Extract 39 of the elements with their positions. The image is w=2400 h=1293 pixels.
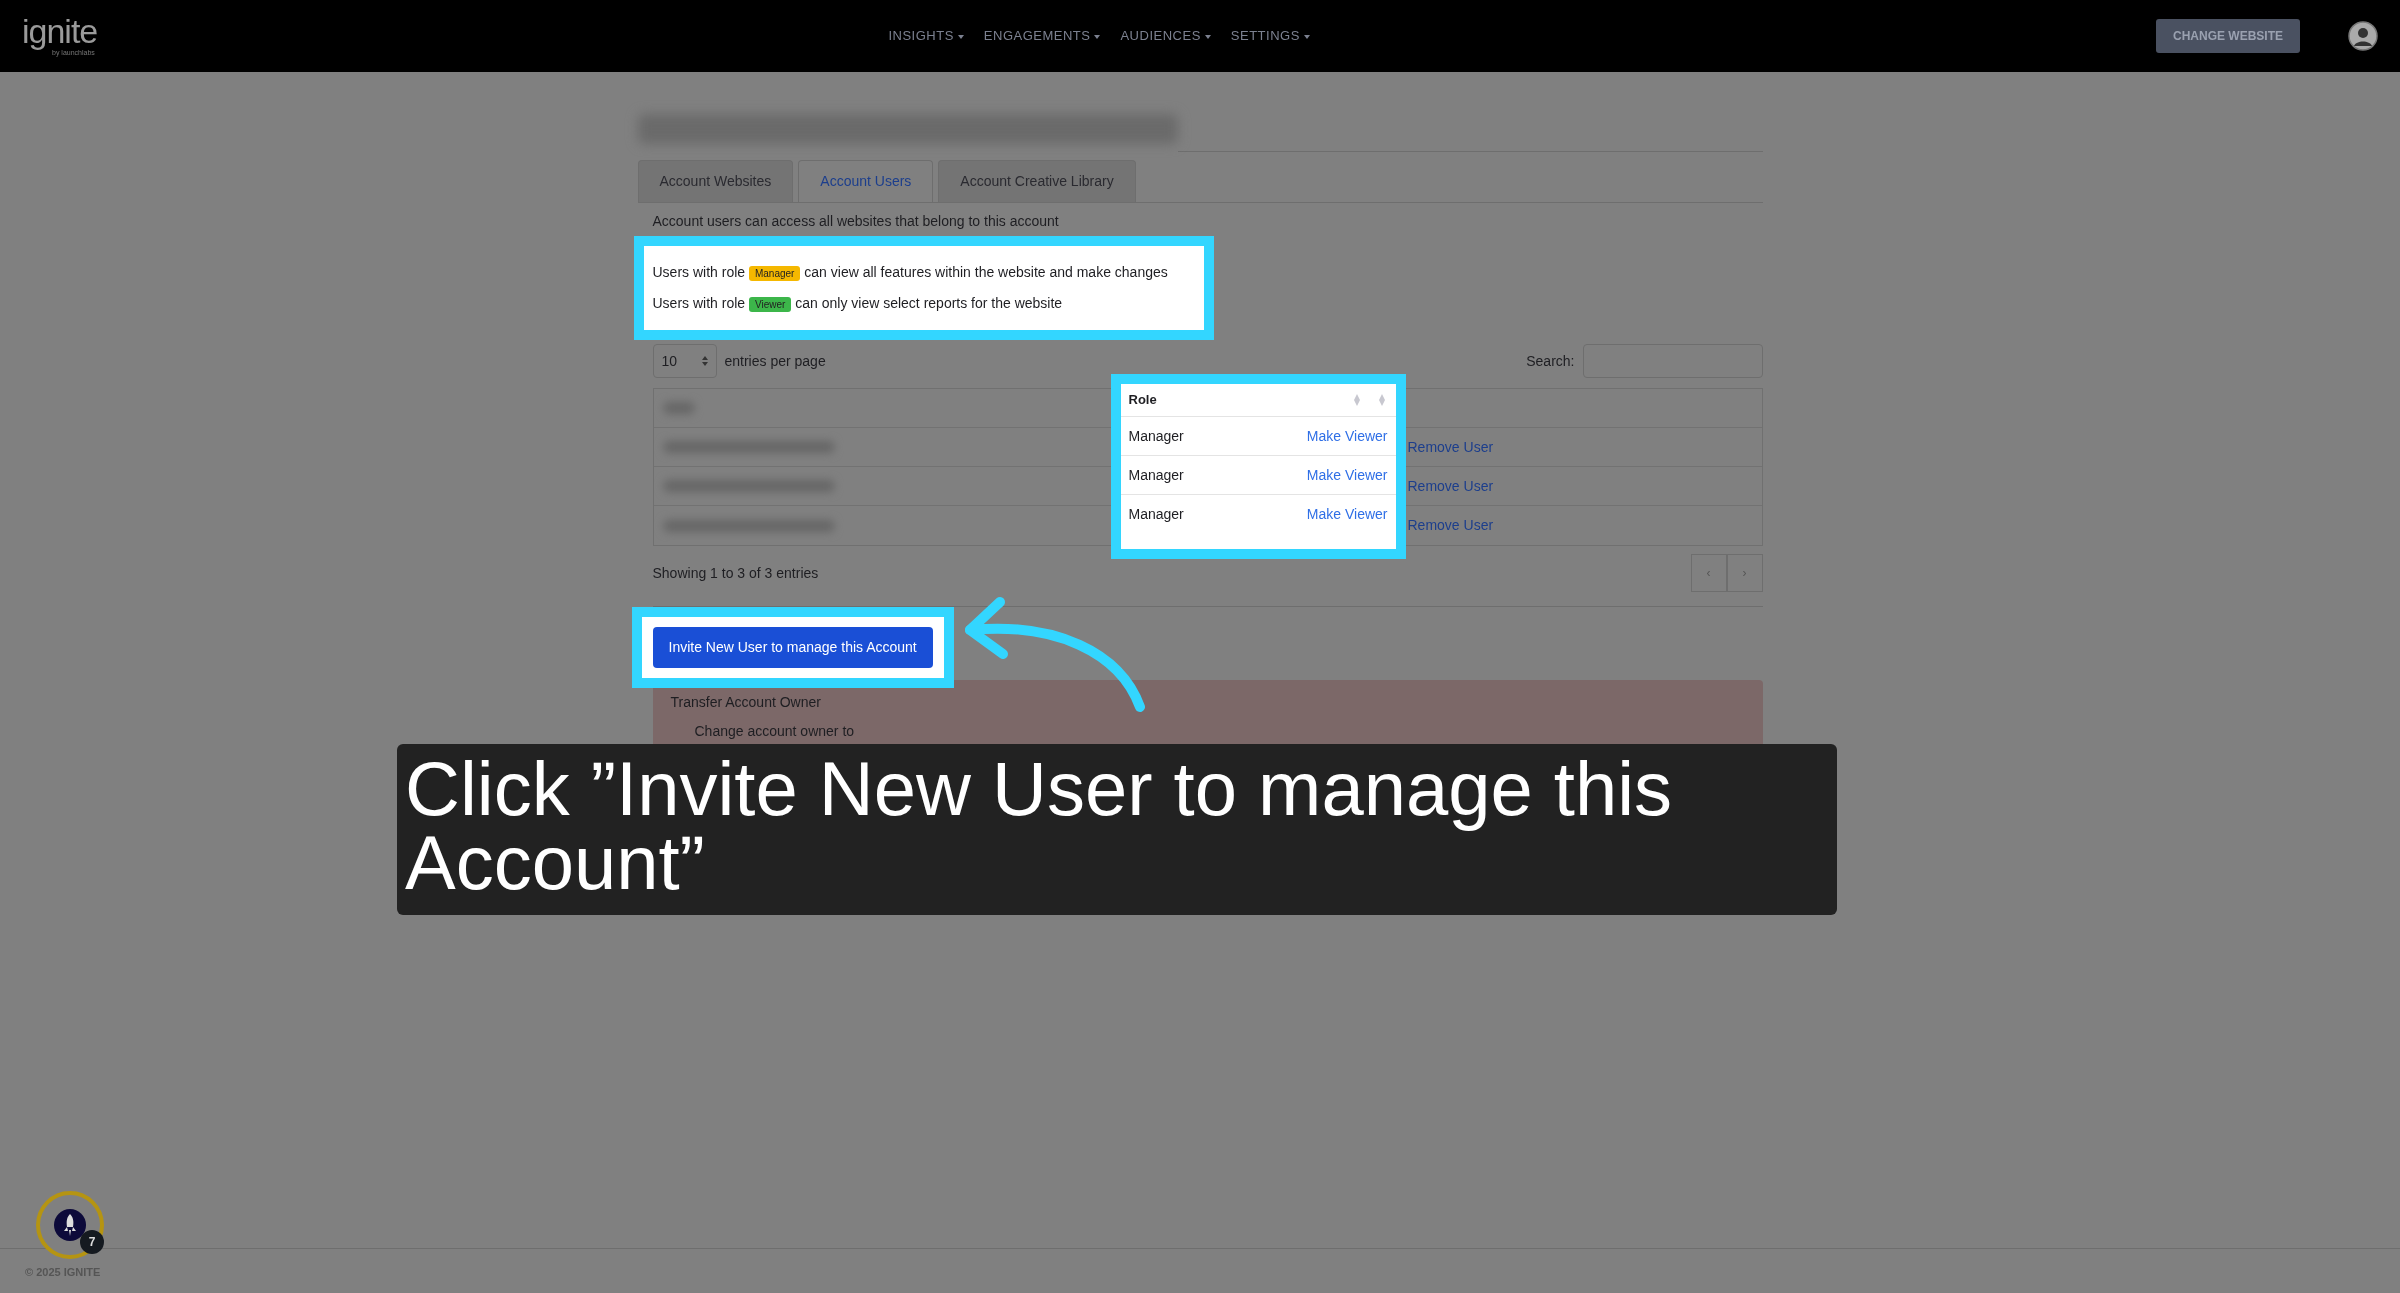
- logo[interactable]: ignite: [22, 13, 98, 48]
- table-cell-text: Manager: [1128, 505, 1184, 524]
- select-arrows-icon: [701, 356, 708, 366]
- role-badge: Manager: [748, 266, 801, 281]
- invite-user-button[interactable]: Invite New User to manage this Account: [652, 627, 933, 668]
- remove-user-link[interactable]: Remove User: [1407, 515, 1494, 536]
- caret-icon: [957, 34, 964, 39]
- make-viewer-link[interactable]: Make Viewer: [1306, 425, 1388, 447]
- nav-menu-item[interactable]: AUDIENCES: [1110, 26, 1221, 46]
- caret-icon: [1094, 34, 1101, 39]
- make-viewer-link[interactable]: Make Viewer: [1306, 504, 1388, 525]
- panel-title: Transfer Account Owner: [670, 693, 822, 712]
- entries-label: entries per page: [724, 351, 826, 371]
- column-header: Role: [1128, 391, 1157, 410]
- intro-text: Account users can access all websites that belong to this account: [651, 212, 1060, 231]
- caption-text: Click ”Invite New User to manage this Account”: [397, 744, 1837, 915]
- user-avatar-icon[interactable]: [2348, 21, 2378, 51]
- caret-icon: [1303, 34, 1310, 39]
- role-badge: Viewer: [748, 297, 792, 312]
- role-description: Users with role Manager can view all features within the website and make changes: [652, 263, 1169, 283]
- nav-menu-item[interactable]: SETTINGS: [1220, 26, 1320, 46]
- tab[interactable]: Account Users: [798, 160, 934, 202]
- entries-select[interactable]: 10: [652, 344, 717, 378]
- rocket-icon: [54, 1209, 86, 1241]
- entries-info: Showing 1 to 3 of 3 entries: [652, 563, 819, 583]
- tab[interactable]: Account Creative Library: [938, 160, 1136, 202]
- tab[interactable]: Account Websites: [637, 160, 794, 202]
- nav-menu-item[interactable]: ENGAGEMENTS: [973, 26, 1111, 46]
- remove-user-link[interactable]: Remove User: [1407, 475, 1494, 497]
- make-viewer-link[interactable]: Make Viewer: [1306, 464, 1388, 486]
- table-cell-text: Manager: [1128, 426, 1184, 446]
- table-cell-text: Manager: [1128, 465, 1184, 485]
- remove-user-link[interactable]: Remove User: [1407, 436, 1494, 458]
- field-label: Change account owner to: [694, 722, 856, 741]
- role-description: Users with role Viewer can only view select reports for the website: [652, 294, 1064, 314]
- nav-menu-item[interactable]: INSIGHTS: [878, 26, 974, 46]
- search-label: Search:: [1526, 351, 1575, 371]
- change-website-button[interactable]: CHANGE WEBSITE: [2155, 19, 2300, 53]
- caret-icon: [1204, 34, 1211, 39]
